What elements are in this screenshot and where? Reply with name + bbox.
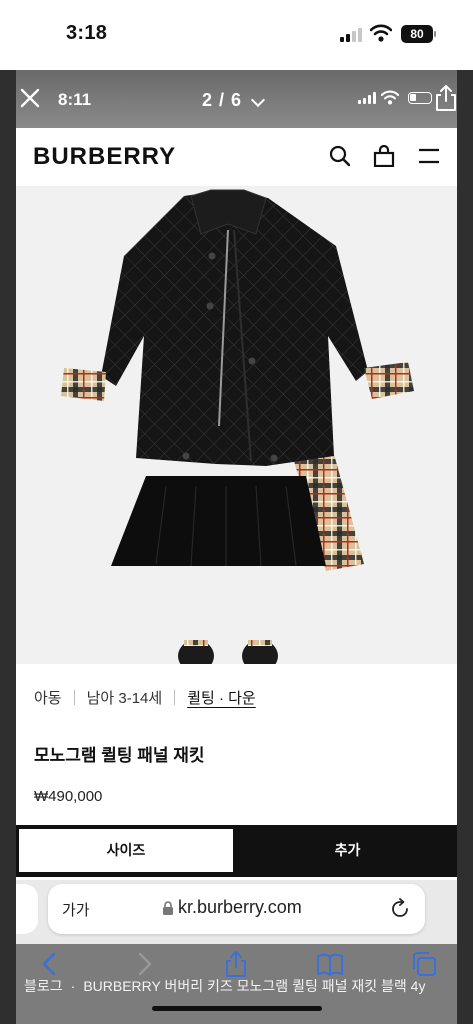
lock-icon	[163, 901, 173, 915]
share-icon[interactable]	[433, 84, 459, 112]
text-size-button[interactable]: 가가	[62, 899, 90, 920]
viewer-battery-icon	[408, 92, 432, 104]
forward-icon[interactable]	[130, 950, 158, 978]
add-to-bag-button[interactable]: 추가	[238, 828, 457, 873]
back-icon[interactable]	[36, 950, 64, 978]
frame-right-edge	[457, 70, 473, 1024]
address-bar[interactable]: 가가 kr.burberry.com	[48, 884, 425, 934]
image-viewer-bar: 8:11 2 / 6	[16, 70, 457, 128]
search-icon[interactable]	[329, 145, 351, 167]
reload-icon[interactable]	[389, 898, 411, 920]
breadcrumb-divider	[73, 690, 75, 705]
breadcrumb-item[interactable]: 남아 3-14세	[87, 687, 163, 708]
breadcrumb-divider	[174, 690, 176, 705]
frame-left-edge	[0, 70, 16, 1024]
url-domain[interactable]: kr.burberry.com	[178, 897, 302, 918]
brand-logo[interactable]: BURBERRY	[33, 143, 176, 171]
product-price: ₩490,000	[34, 788, 103, 805]
status-bar: 3:18 80	[0, 0, 473, 70]
chevron-down-icon[interactable]	[250, 92, 266, 108]
size-button[interactable]: 사이즈	[18, 828, 234, 873]
bookmarks-icon[interactable]	[316, 950, 344, 978]
tabs-icon[interactable]	[410, 950, 438, 978]
breadcrumb-item[interactable]: 아동	[34, 687, 62, 708]
caption-separator: ·	[70, 978, 76, 994]
product-title: 모노그램 퀼팅 패널 재킷	[34, 746, 205, 765]
share-icon[interactable]	[222, 950, 250, 978]
close-icon[interactable]	[18, 86, 42, 110]
viewer-signal-icon	[358, 92, 376, 104]
site-header: BURBERRY	[16, 128, 457, 186]
wifi-icon	[370, 24, 392, 42]
image-counter[interactable]: 2 / 6	[202, 90, 242, 111]
purchase-actions: 사이즈 추가	[16, 825, 457, 877]
cellular-signal-icon	[340, 28, 362, 42]
shopping-bag-icon[interactable]	[373, 145, 395, 167]
caption-source[interactable]: 블로그	[24, 978, 63, 994]
status-time: 3:18	[66, 22, 108, 44]
battery-icon: 80	[401, 25, 433, 43]
product-image[interactable]	[16, 186, 457, 664]
menu-icon[interactable]	[418, 146, 440, 166]
viewer-wifi-icon	[381, 90, 399, 105]
breadcrumb: 아동 남아 3-14세 퀼팅 · 다운	[34, 687, 256, 708]
battery-cap	[434, 31, 436, 37]
image-caption: 블로그 · BURBERRY 버버리 키즈 모노그램 퀼팅 패널 재킷 블랙 4y	[24, 976, 449, 996]
caption-title[interactable]: BURBERRY 버버리 키즈 모노그램 퀼팅 패널 재킷 블랙 4y	[83, 978, 425, 994]
product-page: BURBERRY 아동 남아 3-14세 퀼팅 · 다운 모노그램 퀼팅 패널 …	[16, 128, 457, 880]
browser-address-area: 가가 kr.burberry.com	[16, 880, 457, 944]
home-indicator[interactable]	[152, 1006, 322, 1011]
browser-toolbar: 블로그 · BURBERRY 버버리 키즈 모노그램 퀼팅 패널 재킷 블랙 4y	[16, 944, 457, 1024]
previous-tab-preview[interactable]	[16, 884, 38, 934]
breadcrumb-item-current[interactable]: 퀼팅 · 다운	[187, 687, 256, 708]
viewer-status-time: 8:11	[58, 90, 92, 109]
